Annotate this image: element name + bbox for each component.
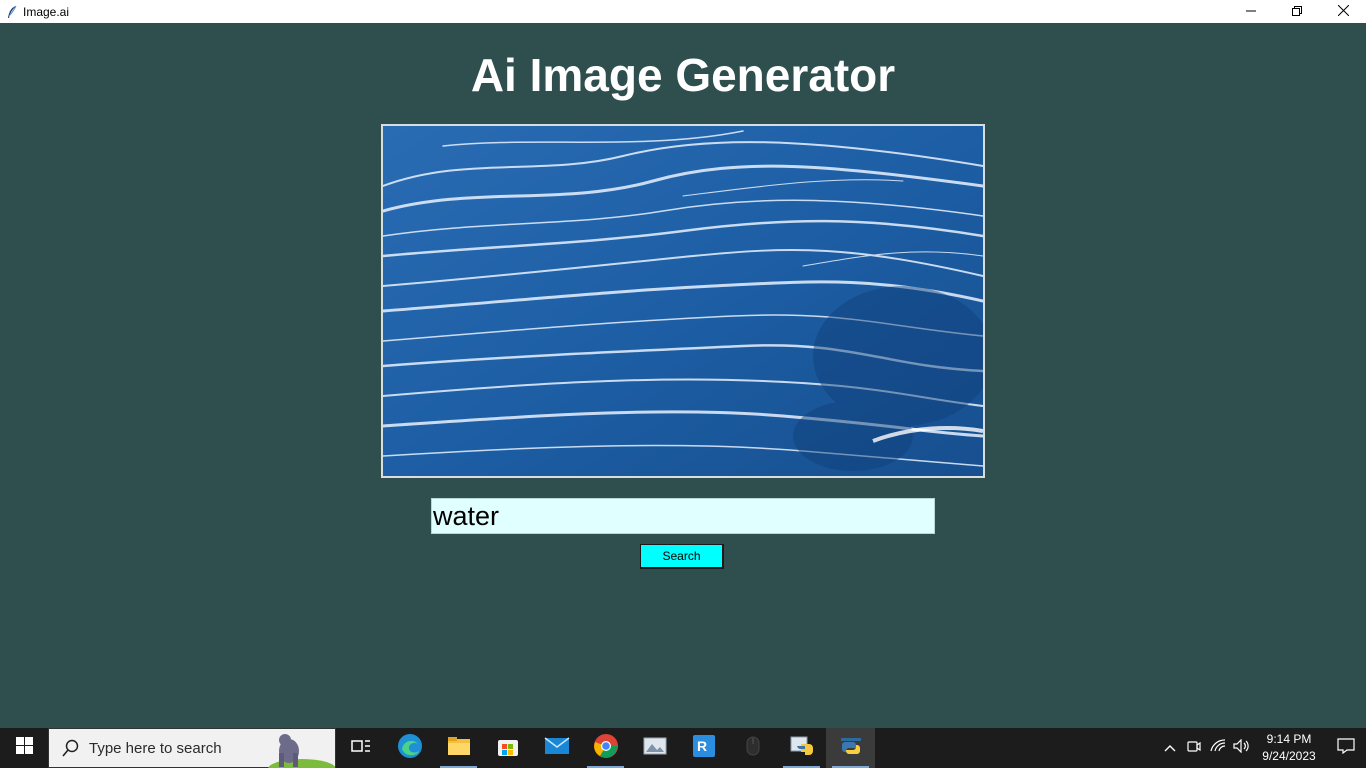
chevron-up-icon xyxy=(1164,739,1176,757)
taskbar-chrome[interactable] xyxy=(581,728,630,768)
taskbar-mail[interactable] xyxy=(532,728,581,768)
window-titlebar: Image.ai xyxy=(0,0,1366,23)
chrome-icon xyxy=(593,733,619,764)
taskbar-rstudio[interactable]: R xyxy=(679,728,728,768)
generated-image xyxy=(381,124,985,478)
window-title: Image.ai xyxy=(23,4,70,19)
gorilla-icon xyxy=(257,729,336,768)
edge-icon xyxy=(397,733,423,764)
feather-icon xyxy=(5,5,19,19)
start-button[interactable] xyxy=(0,728,48,768)
search-input[interactable] xyxy=(431,498,935,534)
restore-icon xyxy=(1292,3,1302,21)
close-button[interactable] xyxy=(1320,0,1366,23)
taskbar-file-explorer[interactable] xyxy=(434,728,483,768)
app-window: Ai Image Generator water Search xyxy=(0,23,1366,728)
notification-icon xyxy=(1337,737,1355,759)
taskbar-apps: R xyxy=(336,728,875,768)
taskbar: Type here to search R 9:14 PM 9/24/2023 xyxy=(0,728,1366,768)
page-title: Ai Image Generator xyxy=(470,49,896,101)
taskbar-task-view[interactable] xyxy=(336,728,385,768)
python-icon xyxy=(839,734,863,763)
taskbar-photos[interactable] xyxy=(630,728,679,768)
meet-now-button[interactable] xyxy=(1182,728,1206,768)
python-idle-icon xyxy=(789,734,815,763)
show-hidden-icons-button[interactable] xyxy=(1158,728,1182,768)
notifications-button[interactable] xyxy=(1326,728,1366,768)
windows-icon xyxy=(15,737,33,759)
close-icon xyxy=(1337,3,1349,21)
taskbar-python-idle[interactable] xyxy=(777,728,826,768)
volume-icon xyxy=(1233,738,1251,758)
volume-button[interactable] xyxy=(1230,728,1254,768)
task-view-icon xyxy=(350,738,371,759)
mouse-icon xyxy=(746,736,760,761)
taskbar-python[interactable] xyxy=(826,728,875,768)
clock-time: 9:14 PM xyxy=(1266,732,1312,746)
minimize-icon xyxy=(1246,3,1256,21)
meet-now-icon xyxy=(1187,739,1201,758)
rstudio-icon: R xyxy=(692,734,716,763)
mail-icon xyxy=(544,736,570,760)
microsoft-store-icon xyxy=(497,735,519,762)
taskbar-store[interactable] xyxy=(483,728,532,768)
restore-button[interactable] xyxy=(1274,0,1320,23)
clock-date: 9/24/2023 xyxy=(1262,749,1316,763)
wifi-icon xyxy=(1210,738,1226,758)
search-button[interactable]: Search xyxy=(640,544,724,569)
taskbar-mouse[interactable] xyxy=(728,728,777,768)
photos-icon xyxy=(643,736,667,761)
window-controls xyxy=(1228,0,1366,23)
search-icon xyxy=(61,738,81,758)
taskbar-search-box[interactable]: Type here to search xyxy=(48,728,336,768)
file-explorer-icon xyxy=(447,736,471,761)
taskbar-edge[interactable] xyxy=(385,728,434,768)
minimize-button[interactable] xyxy=(1228,0,1274,23)
taskbar-search-placeholder: Type here to search xyxy=(89,739,222,757)
taskbar-clock[interactable]: 9:14 PM 9/24/2023 xyxy=(1258,731,1320,765)
system-tray: 9:14 PM 9/24/2023 xyxy=(1158,728,1366,768)
network-button[interactable] xyxy=(1206,728,1230,768)
svg-text:R: R xyxy=(697,738,707,754)
